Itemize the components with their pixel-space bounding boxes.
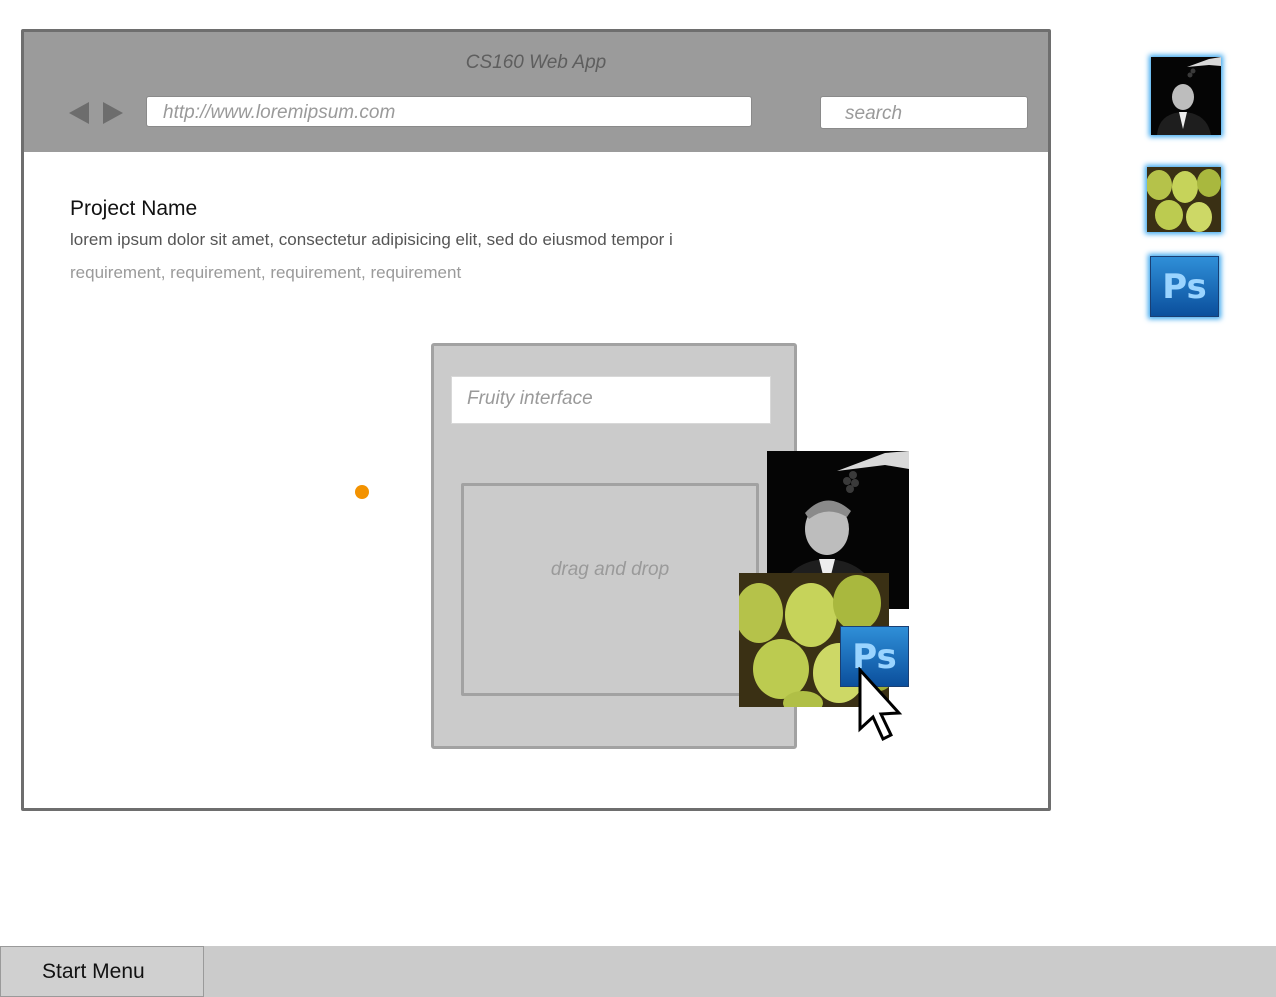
taskbar: Start Menu [0, 946, 1276, 997]
url-field[interactable]: http://www.loremipsum.com [146, 96, 752, 127]
forward-arrow-icon[interactable] [103, 102, 123, 124]
project-name: Project Name [70, 197, 198, 220]
fruity-interface-input[interactable]: Fruity interface [451, 376, 771, 424]
mouse-pointer-icon [857, 667, 909, 743]
browser-title: CS160 Web App [465, 52, 607, 73]
drag-and-drop-zone[interactable]: drag and drop [461, 483, 759, 696]
back-arrow-icon[interactable] [69, 102, 89, 124]
project-description: lorem ipsum dolor sit amet, consectetur … [70, 230, 673, 249]
browser-toolbar: CS160 Web App http://www.loremipsum.com … [24, 32, 1048, 152]
search-input[interactable]: search [820, 96, 1028, 129]
pears-thumbnail[interactable] [1147, 167, 1221, 232]
project-requirements: requirement, requirement, requirement, r… [70, 263, 462, 282]
drag-and-drop-label: drag and drop [550, 559, 670, 580]
man-grapes-thumbnail[interactable] [1151, 57, 1221, 135]
start-menu-button[interactable]: Start Menu [0, 946, 204, 997]
orange-dot-marker [355, 485, 369, 499]
photoshop-thumbnail-icon[interactable]: Ps [1150, 256, 1219, 317]
